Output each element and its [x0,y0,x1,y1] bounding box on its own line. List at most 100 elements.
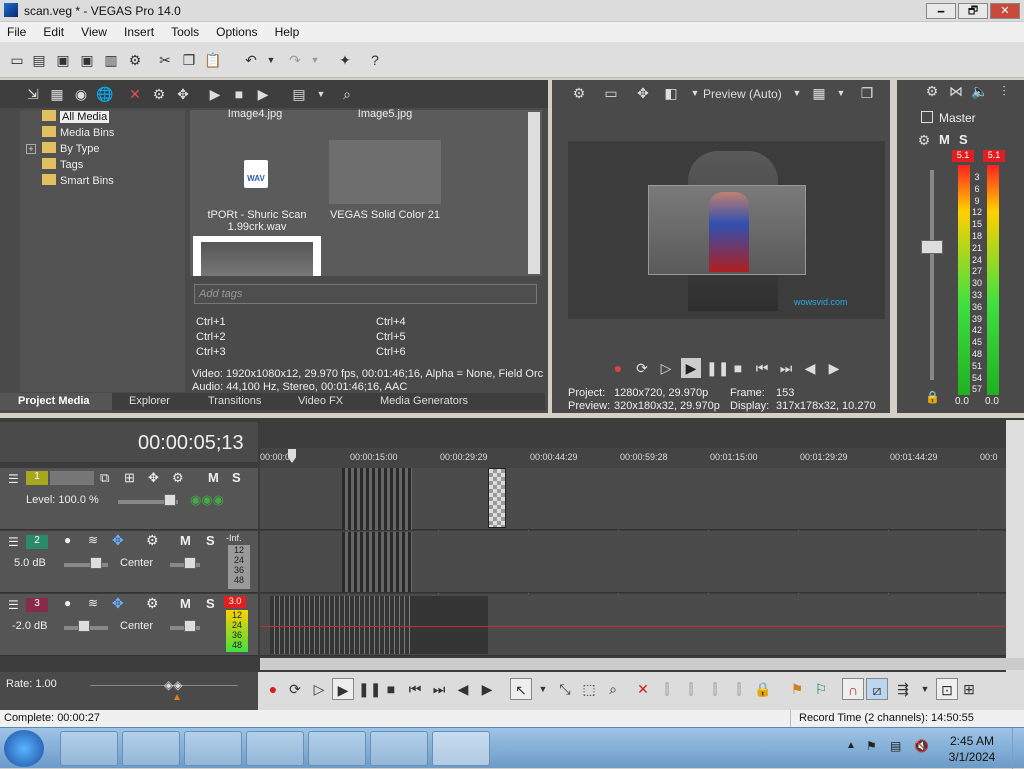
search-icon[interactable]: ⌕ [338,85,356,103]
properties-icon[interactable]: ⚙ [126,51,144,69]
video-fx-icon[interactable]: ✥ [634,84,652,102]
volume-muted-icon[interactable]: 🔇 [914,739,929,753]
wav-file-icon[interactable]: WAV [244,160,268,188]
audio-clip[interactable] [270,596,488,654]
downmix-icon[interactable]: ⋈ [947,82,965,100]
cut-icon[interactable]: ✂ [156,51,174,69]
render-icon[interactable]: ▥ [102,51,120,69]
expand-icon[interactable]: + [26,144,36,154]
track1-level-knob[interactable] [164,494,176,506]
tab-media-generators[interactable]: Media Generators [380,395,468,407]
save-as-icon[interactable]: ▣ [78,51,96,69]
master-fx-icon[interactable]: ⚙ [915,131,933,149]
go-to-end-icon[interactable]: ⏭ [430,680,448,698]
play-from-start-icon[interactable]: ▷ [310,680,328,698]
whats-this-icon[interactable]: ? [366,51,384,69]
undo-icon[interactable]: ↶ [242,51,260,69]
track1-solo-button[interactable]: S [232,470,241,485]
track-fx-icon[interactable]: ✥ [112,532,124,549]
lock-icon[interactable]: 🔒 [925,390,940,404]
menu-insert[interactable]: Insert [117,22,161,39]
play-media-icon[interactable]: ▶ [206,85,224,103]
menu-options[interactable]: Options [209,22,264,39]
preview-quality-dropdown[interactable]: Preview (Auto) [703,87,782,101]
redo-icon[interactable]: ↷ [286,51,304,69]
lock-envelopes-icon[interactable]: ⊡ [936,678,958,700]
capture-video-icon[interactable]: ▦ [48,85,66,103]
overlays-dropdown-icon[interactable]: ▼ [832,84,850,102]
track2-mute-button[interactable]: M [180,533,191,548]
record-icon[interactable]: ● [264,680,282,698]
speaker-icon[interactable]: 🔈 [971,82,989,100]
region-icon[interactable]: ⚐ [812,680,830,698]
solid-color-thumbnail[interactable] [329,140,441,204]
tree-item-by-type[interactable]: By Type [42,142,100,158]
split-icon[interactable]: ⫿ [730,680,748,698]
remove-icon[interactable]: ✕ [126,85,144,103]
loop-playback-icon[interactable]: ⟳ [634,360,650,377]
track2-solo-button[interactable]: S [206,533,215,548]
tab-project-media[interactable]: Project Media [0,393,112,410]
master-solo-button[interactable]: S [959,132,968,147]
auto-preview-icon[interactable]: ▶ [254,85,272,103]
import-media-icon[interactable]: ⇲ [24,85,42,103]
track-menu-icon[interactable]: ☰ [8,535,19,549]
go-to-start-icon[interactable]: ⏮ [754,360,770,377]
edit-tool-dropdown-icon[interactable]: ▼ [534,680,552,698]
audio-clip-frames[interactable] [342,532,412,592]
tags-input[interactable]: Add tags [194,284,537,304]
new-icon[interactable]: ▭ [8,51,26,69]
settings-icon[interactable]: ⫶ [995,82,1013,100]
trim-end-icon[interactable]: ⫿ [706,680,724,698]
pan-crop-icon[interactable]: ✥ [174,85,192,103]
next-frame-icon[interactable]: ▶ [826,360,842,377]
normal-edit-tool-icon[interactable]: ↖ [510,678,532,700]
file-explorer-icon[interactable] [246,731,304,766]
paste-icon[interactable]: 📋 [204,51,222,69]
track3-mute-button[interactable]: M [180,596,191,611]
selection-tool-icon[interactable]: ⬚ [580,680,598,698]
show-hidden-icons[interactable]: ▲ [846,740,856,751]
show-desktop-button[interactable] [1012,728,1024,769]
redo-dropdown-icon[interactable]: ▼ [306,51,324,69]
ripple-dropdown-icon[interactable]: ▼ [916,680,934,698]
play-icon[interactable]: ▶ [681,358,701,378]
ripple-edit-icon[interactable]: ⇶ [894,680,912,698]
master-fader[interactable] [921,240,943,254]
overlays-icon[interactable]: ▦ [810,84,828,102]
zoom-tool-icon[interactable]: ⌕ [604,680,622,698]
track-menu-icon[interactable]: ☰ [8,598,19,612]
network-icon[interactable]: ▤ [890,739,901,753]
trim-start-icon[interactable]: ⫿ [682,680,700,698]
menu-tools[interactable]: Tools [164,22,206,39]
arm-record-icon[interactable]: ● [64,596,71,610]
loop-playback-icon[interactable]: ⟳ [286,680,304,698]
play-from-start-icon[interactable]: ▷ [658,360,674,377]
save-icon[interactable]: ▣ [54,51,72,69]
go-to-start-icon[interactable]: ⏮ [406,680,424,698]
tree-item-smart-bins[interactable]: Smart Bins [42,174,114,190]
mixer-properties-icon[interactable]: ⚙ [923,82,941,100]
master-mute-button[interactable]: M [939,132,950,147]
media-scrollbar[interactable] [528,112,540,274]
track-menu-icon[interactable]: ☰ [8,472,19,486]
menu-help[interactable]: Help [268,22,307,39]
timeline-vertical-scrollbar[interactable] [1006,420,1024,676]
next-frame-icon[interactable]: ▶ [478,680,496,698]
invert-phase-icon[interactable]: ≋ [88,596,98,610]
timeline-horizontal-scrollbar[interactable] [260,658,1024,670]
image-clip[interactable] [488,468,506,528]
close-button[interactable]: ✕ [990,3,1020,19]
clock-date[interactable]: 3/1/2024 [944,750,1000,764]
pause-icon[interactable]: ❚❚ [358,680,381,698]
get-media-icon[interactable]: ◉ [72,85,90,103]
track-settings-icon[interactable]: ⚙ [146,595,159,612]
stop-media-icon[interactable]: ■ [230,85,248,103]
media-player-icon[interactable] [184,731,242,766]
ignore-grouping-icon[interactable]: ⊞ [960,680,978,698]
split-dropdown-icon[interactable]: ▼ [686,84,704,102]
previous-frame-icon[interactable]: ◀ [802,360,818,377]
track2-volume-knob[interactable] [90,557,102,569]
trim-icon[interactable]: ⫿ [658,680,676,698]
maximize-button[interactable]: 🗗 [958,3,988,19]
